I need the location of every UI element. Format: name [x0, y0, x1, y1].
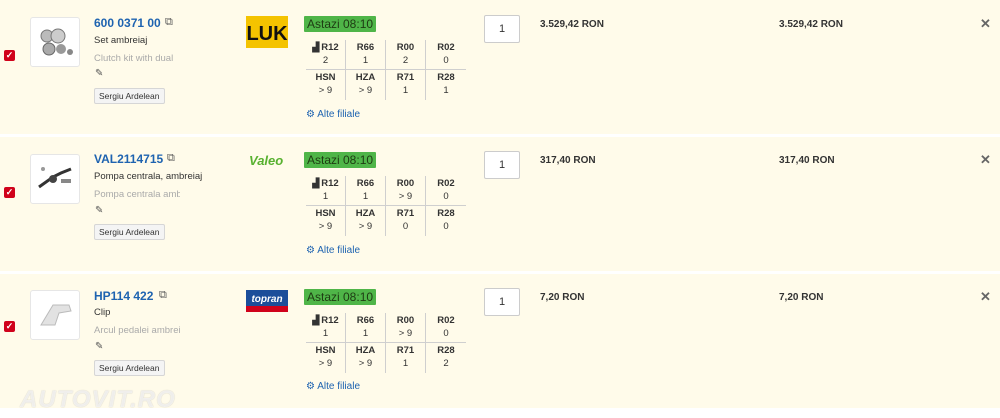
edit-icon[interactable]: ✎ — [95, 205, 103, 216]
stock-cell: R02 0 — [426, 176, 466, 206]
brand-logo: Valeo — [246, 151, 288, 176]
quantity-input[interactable]: 1 — [484, 288, 520, 316]
stock-cell: HSN > 9 — [306, 343, 346, 373]
stock-cell: R02 0 — [426, 313, 466, 343]
copy-icon[interactable]: ⧉ — [159, 289, 167, 302]
other-branches-link[interactable]: ⚙ Alte filiale — [306, 381, 360, 392]
cart-row: ✓ 600 0371 00 ⧉ Set ambreiaj Clutch kit … — [0, 0, 1000, 136]
stock-cell: R02 0 — [426, 40, 466, 70]
cart-row: ✓ VAL2114715 ⧉ Pompa centrala, ambreiaj … — [0, 137, 1000, 273]
copy-icon[interactable]: ⧉ — [165, 16, 173, 29]
availability-badge: Astazi 08:10 — [304, 16, 377, 32]
stock-table: ▟ R12 1 R66 1 R00 > 9 R02 0 HSN > 9 HZA > 9 R71… — [306, 313, 466, 373]
warehouse-icon: ▟ — [312, 315, 320, 325]
unit-price: 7,20 RON — [540, 292, 585, 303]
select-checkbox[interactable]: ✓ — [4, 321, 15, 332]
unit-price: 317,40 RON — [540, 155, 596, 166]
copy-icon[interactable]: ⧉ — [167, 152, 175, 165]
select-checkbox[interactable]: ✓ — [4, 187, 15, 198]
total-price: 7,20 RON — [779, 292, 824, 303]
stock-cell: ▟ R12 1 — [306, 176, 346, 206]
watermark: AUTOVIT.RO — [20, 386, 176, 413]
other-branches-link[interactable]: ⚙ Alte filiale — [306, 109, 360, 120]
branches-icon: ⚙ — [306, 109, 315, 120]
stock-cell: ▟ R12 1 — [306, 313, 346, 343]
stock-cell: R71 0 — [386, 206, 426, 236]
other-branches-link[interactable]: ⚙ Alte filiale — [306, 245, 360, 256]
warehouse-icon: ▟ — [312, 42, 320, 52]
product-code-link[interactable]: VAL2114715 — [94, 152, 163, 166]
close-icon[interactable]: ✕ — [980, 152, 991, 168]
edit-icon[interactable]: ✎ — [95, 68, 103, 79]
availability-badge: Astazi 08:10 — [304, 289, 377, 305]
close-icon[interactable]: ✕ — [980, 16, 991, 32]
user-tag: Sergiu Ardelean — [94, 224, 165, 240]
product-name: Set ambreiaj — [94, 35, 148, 46]
product-name: Clip — [94, 307, 111, 318]
product-image[interactable] — [30, 154, 80, 204]
edit-icon[interactable]: ✎ — [95, 341, 103, 352]
stock-cell: HZA > 9 — [346, 70, 386, 100]
stock-cell: R00 > 9 — [386, 313, 426, 343]
stock-cell: HSN > 9 — [306, 70, 346, 100]
branches-icon: ⚙ — [306, 381, 315, 392]
brand-logo-text: topran — [251, 294, 282, 305]
product-code-link[interactable]: HP114 422 — [94, 289, 153, 303]
product-image[interactable] — [30, 290, 80, 340]
stock-cell: R66 1 — [346, 313, 386, 343]
brand-logo: LUK — [246, 16, 288, 53]
product-image[interactable] — [30, 17, 80, 67]
select-checkbox[interactable]: ✓ — [4, 50, 15, 61]
user-tag: Sergiu Ardelean — [94, 360, 165, 376]
warehouse-icon: ▟ — [312, 178, 320, 188]
brand-logo-text: LUK — [246, 23, 288, 45]
stock-cell: HZA > 9 — [346, 343, 386, 373]
stock-cell: R00 2 — [386, 40, 426, 70]
product-description: Arcul pedalei ambreiaj — [94, 325, 180, 336]
product-name: Pompa centrala, ambreiaj — [94, 171, 203, 182]
stock-cell: R66 1 — [346, 40, 386, 70]
product-description: Clutch kit with dual — [94, 53, 174, 64]
quantity-input[interactable]: 1 — [484, 151, 520, 179]
stock-cell: R71 1 — [386, 70, 426, 100]
total-price: 317,40 RON — [779, 155, 835, 166]
brand-logo-text: Valeo — [249, 153, 283, 168]
stock-table: ▟ R12 1 R66 1 R00 > 9 R02 0 HSN > 9 HZA > 9 R71… — [306, 176, 466, 236]
availability-badge: Astazi 08:10 — [304, 152, 377, 168]
stock-cell: R66 1 — [346, 176, 386, 206]
stock-cell: R71 1 — [386, 343, 426, 373]
stock-table: ▟ R12 2 R66 1 R00 2 R02 0 HSN > 9 HZA > 9 R71 1 … — [306, 40, 466, 100]
stock-cell: HSN > 9 — [306, 206, 346, 236]
stock-cell: R00 > 9 — [386, 176, 426, 206]
stock-cell: R28 1 — [437, 72, 455, 96]
stock-cell: HZA > 9 — [346, 206, 386, 236]
stock-cell: ▟ R12 2 — [306, 40, 346, 70]
close-icon[interactable]: ✕ — [980, 289, 991, 305]
total-price: 3.529,42 RON — [779, 19, 843, 30]
brand-logo: topran — [246, 290, 288, 319]
stock-cell: R28 0 — [437, 208, 455, 232]
stock-cell: R28 2 — [437, 345, 455, 369]
product-description: Pompa centrala ambreiaj — [94, 189, 180, 200]
branches-icon: ⚙ — [306, 245, 315, 256]
quantity-input[interactable]: 1 — [484, 15, 520, 43]
unit-price: 3.529,42 RON — [540, 19, 604, 30]
user-tag: Sergiu Ardelean — [94, 88, 165, 104]
product-code-link[interactable]: 600 0371 00 — [94, 16, 161, 30]
